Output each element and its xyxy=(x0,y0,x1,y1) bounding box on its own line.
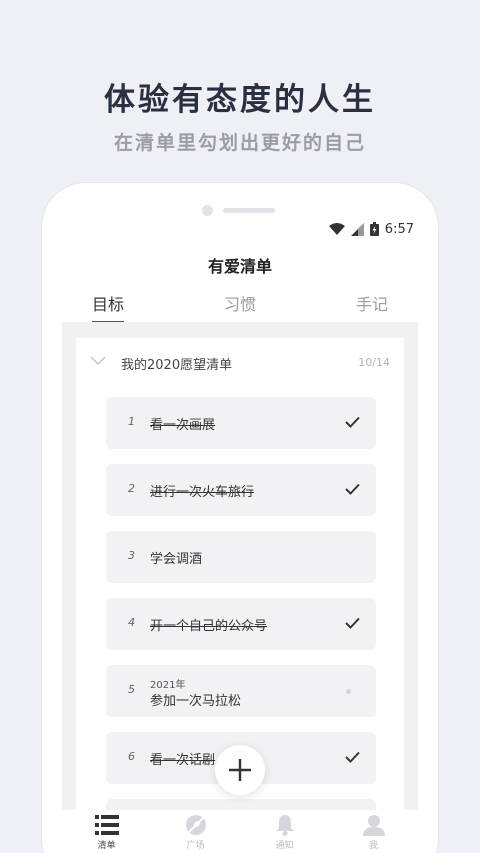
item-text: 进行一次火车旅行 xyxy=(150,485,255,500)
check-icon[interactable] xyxy=(345,751,360,763)
compass-icon xyxy=(185,815,206,835)
nav-item-square[interactable]: 广场 xyxy=(166,810,226,853)
app-title: 有爱清单 xyxy=(207,257,272,276)
phone-frame: 6:57 有爱清单 目标 习惯 手记 我的2020愿望清单 10/14 1 看一… xyxy=(42,183,438,853)
list-item[interactable]: 4 开一个自己的公众号 xyxy=(106,598,376,650)
check-icon[interactable] xyxy=(345,416,360,428)
status-time: 6:57 xyxy=(384,221,414,237)
item-number: 5 xyxy=(128,683,135,696)
nav-label: 通知 xyxy=(275,841,294,851)
nav-item-me[interactable]: 我 xyxy=(344,810,404,853)
tab-bar: 目标 习惯 手记 xyxy=(42,291,438,323)
tab-habits[interactable]: 习惯 xyxy=(174,291,306,323)
list-progress-count: 10/14 xyxy=(358,356,390,369)
item-text: 看一次画展 xyxy=(150,418,216,433)
item-number: 3 xyxy=(128,549,135,562)
add-item-button[interactable] xyxy=(215,745,265,795)
chevron-down-icon[interactable] xyxy=(90,356,106,366)
check-icon[interactable] xyxy=(345,617,360,629)
item-number: 2 xyxy=(128,482,135,495)
plus-icon xyxy=(229,759,251,781)
pending-dot-icon xyxy=(346,689,351,694)
wifi-icon xyxy=(328,222,345,235)
signal-icon xyxy=(350,222,364,236)
battery-icon xyxy=(369,222,379,236)
bell-icon xyxy=(275,815,294,836)
tab-goals[interactable]: 目标 xyxy=(42,291,174,323)
tab-notes[interactable]: 手记 xyxy=(306,291,438,323)
nav-label: 清单 xyxy=(97,841,116,851)
item-text: 开一个自己的公众号 xyxy=(150,619,268,634)
list-header[interactable]: 我的2020愿望清单 10/14 xyxy=(76,352,404,376)
nav-item-list[interactable]: 清单 xyxy=(77,810,137,853)
item-year: 2021年 xyxy=(150,680,186,691)
bottom-nav: 清单 广场 通知 我 xyxy=(42,810,438,853)
nav-label: 广场 xyxy=(186,841,205,851)
list-icon xyxy=(94,815,119,835)
list-item[interactable]: 2 进行一次火车旅行 xyxy=(106,464,376,516)
item-text: 学会调酒 xyxy=(150,552,203,567)
item-number: 4 xyxy=(128,616,135,629)
item-number: 6 xyxy=(128,750,135,763)
item-text: 参加一次马拉松 xyxy=(150,694,242,709)
list-item[interactable]: 5 2021年 参加一次马拉松 xyxy=(106,665,376,717)
user-icon xyxy=(362,815,385,836)
nav-label: 我 xyxy=(368,841,378,851)
item-text: 看一次话剧 xyxy=(150,753,216,768)
list-name: 我的2020愿望清单 xyxy=(121,358,233,373)
speaker-slot xyxy=(223,208,275,213)
nav-item-notifications[interactable]: 通知 xyxy=(255,810,315,853)
camera-dot xyxy=(202,205,213,216)
list-item[interactable]: 3 学会调酒 xyxy=(106,531,376,583)
check-icon[interactable] xyxy=(345,483,360,495)
list-item[interactable]: 1 看一次画展 xyxy=(106,397,376,449)
item-number: 1 xyxy=(128,415,135,428)
status-bar: 6:57 xyxy=(328,220,414,238)
promo-subline: 在清单里勾划出更好的自己 xyxy=(113,132,366,154)
promo-headline: 体验有态度的人生 xyxy=(104,82,376,118)
